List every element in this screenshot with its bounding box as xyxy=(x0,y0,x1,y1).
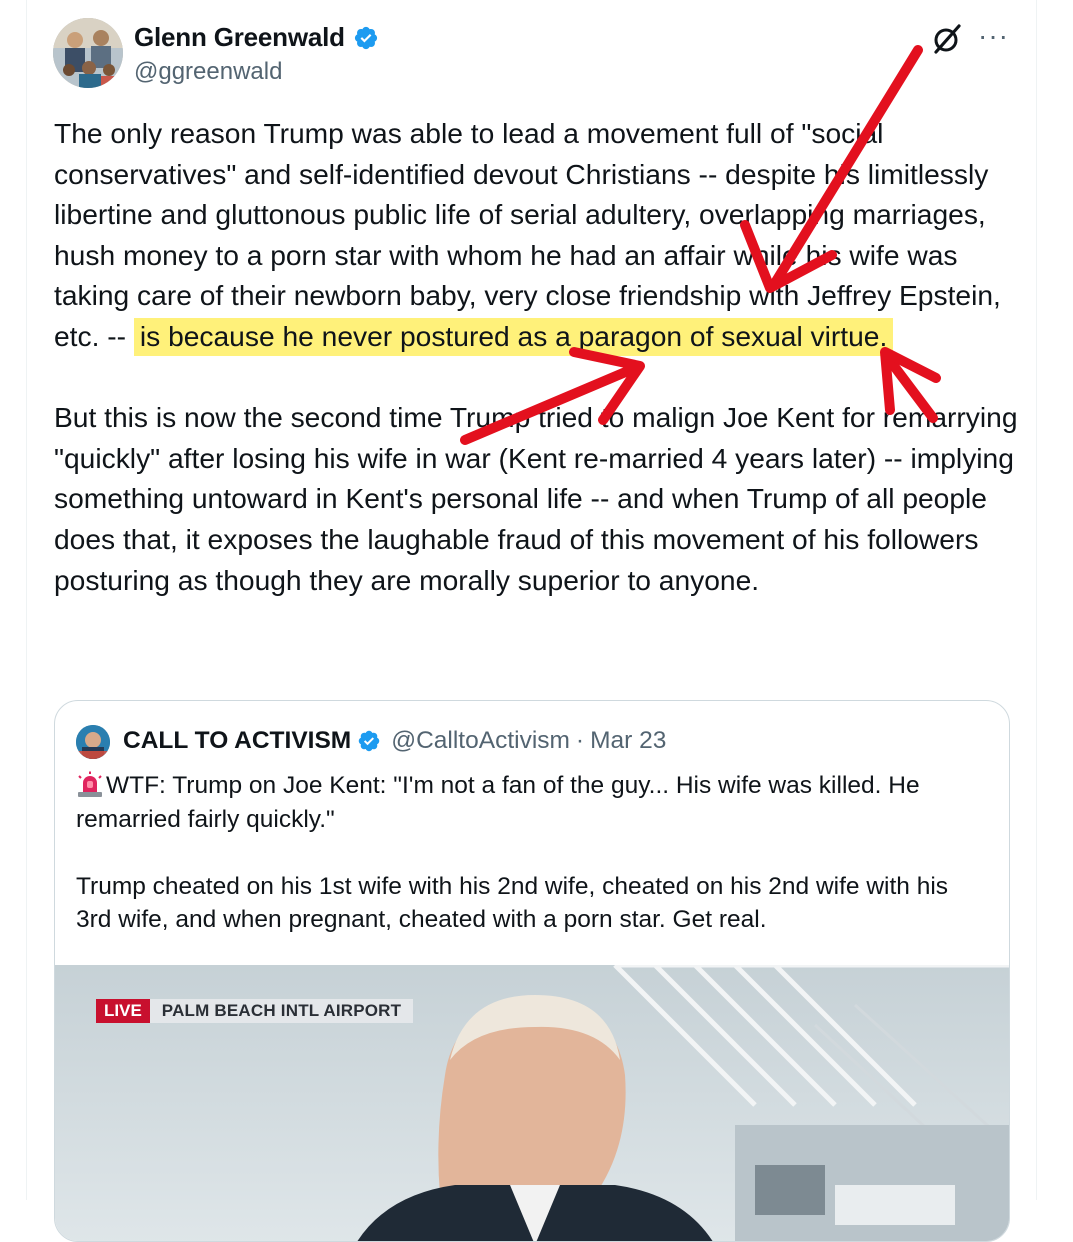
more-options-icon[interactable]: ··· xyxy=(978,22,1009,50)
quoted-author-handle[interactable]: @CalltoActivism xyxy=(391,727,570,755)
quoted-tweet-date[interactable]: Mar 23 xyxy=(590,727,666,755)
author-name-row[interactable]: Glenn Greenwald xyxy=(134,22,379,53)
live-badge: LIVE xyxy=(96,999,150,1023)
author-name[interactable]: Glenn Greenwald xyxy=(134,22,345,53)
live-broadcast-banner: LIVE PALM BEACH INTL AIRPORT xyxy=(96,999,414,1023)
quoted-tweet-text: WTF: Trump on Joe Kent: "I'm not a fan o… xyxy=(76,769,986,937)
quoted-tweet-line-1: WTF: Trump on Joe Kent: "I'm not a fan o… xyxy=(76,772,927,833)
highlighted-text: is because he never postured as a parago… xyxy=(133,317,894,356)
timeline-left-border xyxy=(26,0,27,1200)
quoted-tweet-header[interactable]: CALL TO ACTIVISM @CalltoActivism · Mar 2… xyxy=(123,727,666,755)
location-label: PALM BEACH INTL AIRPORT xyxy=(147,999,414,1023)
meta-separator: · xyxy=(575,727,585,754)
quoted-tweet-card[interactable]: CALL TO ACTIVISM @CalltoActivism · Mar 2… xyxy=(54,700,1010,1242)
quoted-tweet-line-2: Trump cheated on his 1st wife with his 2… xyxy=(76,872,949,934)
quoted-tweet-video[interactable]: LIVE PALM BEACH INTL AIRPORT xyxy=(55,965,1009,1241)
tweet-text: The only reason Trump was able to lead a… xyxy=(54,113,1019,600)
author-avatar[interactable] xyxy=(53,18,123,88)
grok-icon[interactable] xyxy=(930,22,964,56)
tweet-text-intro: The only reason Trump was able to lead a… xyxy=(54,117,1009,352)
verified-badge-icon[interactable] xyxy=(353,25,379,51)
author-handle[interactable]: @ggreenwald xyxy=(134,58,282,86)
quoted-author-avatar[interactable] xyxy=(76,725,110,759)
tweet-text-continued: But this is now the second time Trump tr… xyxy=(54,401,1018,596)
quoted-author-name[interactable]: CALL TO ACTIVISM xyxy=(123,727,351,755)
verified-badge-icon xyxy=(357,729,381,753)
rotating-light-icon xyxy=(76,771,104,797)
timeline-right-border xyxy=(1036,0,1037,1200)
